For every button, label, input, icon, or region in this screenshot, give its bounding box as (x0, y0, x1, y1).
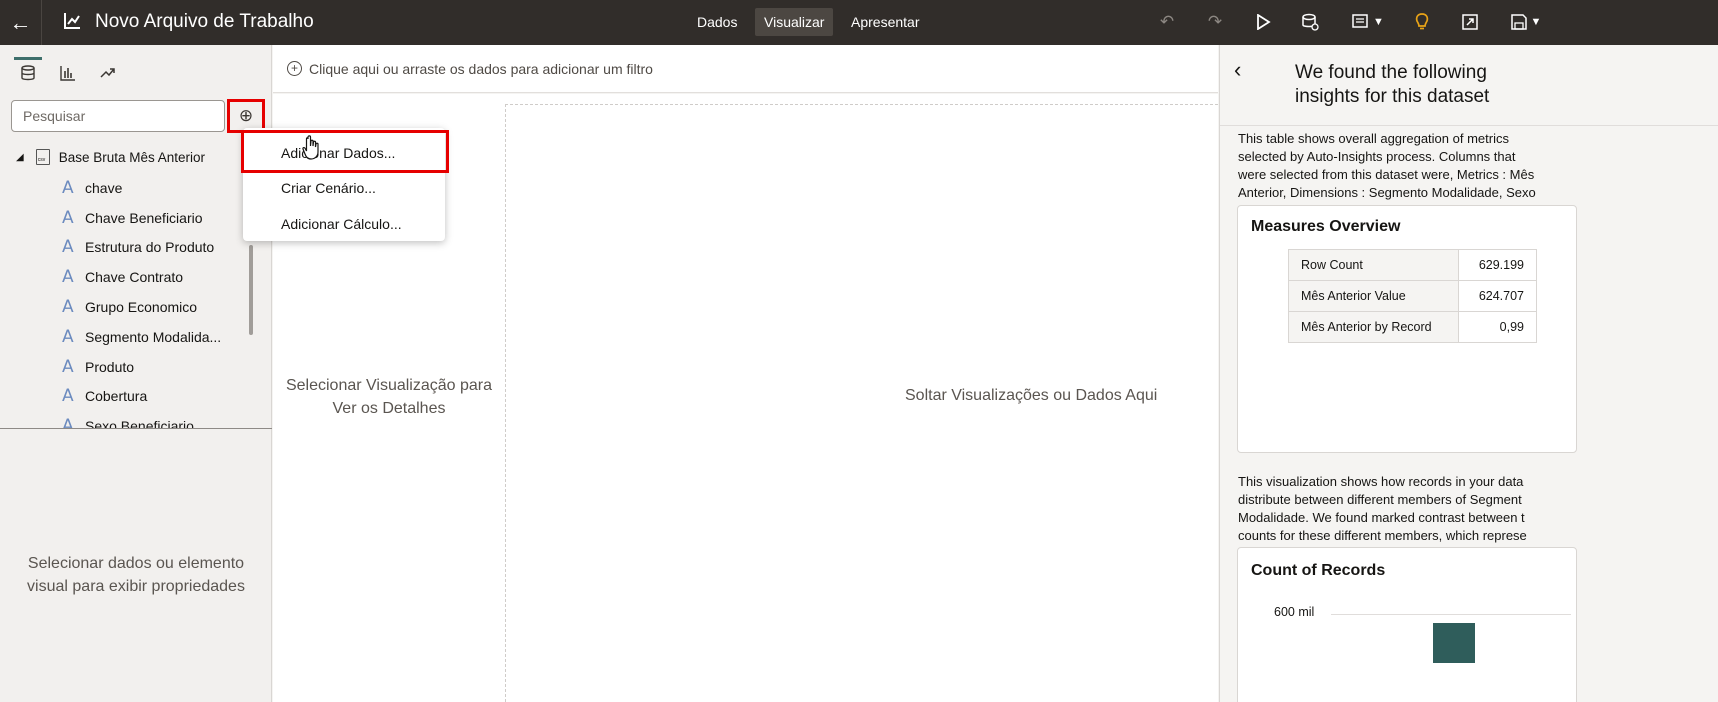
y-axis-tick: 600 mil (1274, 605, 1315, 619)
count-of-records-card[interactable]: Count of Records 600 mil (1237, 547, 1577, 702)
tab-dados[interactable]: Dados (688, 8, 746, 36)
measures-table: Row Count 629.199 Mês Anterior Value 624.7… (1288, 249, 1537, 343)
drop-hint: Soltar Visualizações ou Dados Aqui (905, 387, 1158, 404)
attribute-a-icon: A (62, 267, 74, 288)
insight-description: were selected from this dataset were, Me… (1238, 167, 1535, 182)
column-item[interactable]: A Sexo Beneficiario (62, 411, 252, 429)
table-row: Mês Anterior Value 624.707 (1288, 280, 1537, 312)
refresh-data-icon[interactable] (1298, 10, 1322, 34)
data-tab-database-icon[interactable] (12, 57, 44, 89)
attribute-a-icon: A (62, 386, 74, 407)
attribute-a-icon: A (62, 207, 74, 228)
menu-item-add-calculation[interactable]: Adicionar Cálculo... (281, 216, 402, 232)
play-icon[interactable] (1251, 10, 1275, 34)
gridline (1331, 614, 1571, 615)
table-row: Row Count 629.199 (1288, 249, 1537, 281)
data-panel: Pesquisar ⊕ ◢ Base Bruta Mês Anterior Ac… (0, 45, 272, 702)
workbook-icon (64, 13, 80, 29)
chart-bar[interactable] (1433, 623, 1475, 663)
attribute-a-icon: A (62, 356, 74, 377)
insights-title: We found the following insights for this… (1295, 62, 1490, 107)
insight-description: Modalidade. We found marked contrast bet… (1238, 510, 1525, 525)
analytics-tab-trend-icon[interactable] (92, 57, 124, 89)
tab-visualizar[interactable]: Visualizar (755, 8, 834, 36)
table-row: Mês Anterior by Record 0,99 (1288, 311, 1537, 343)
collapse-caret-icon[interactable]: ◢ (16, 152, 24, 163)
attribute-a-icon: A (62, 326, 74, 347)
narrative-icon[interactable]: ▼ (1348, 10, 1388, 34)
insight-description: This visualization shows how records in … (1238, 474, 1524, 489)
divider (1220, 125, 1718, 126)
column-item[interactable]: A Cobertura (62, 382, 252, 412)
column-item[interactable]: A Estrutura do Produto (62, 233, 252, 263)
panel-tabs (10, 57, 130, 91)
csv-file-icon (35, 149, 50, 165)
measures-overview-card[interactable]: Measures Overview Row Count 629.199 Mês A… (1237, 205, 1577, 453)
filter-hint: Clique aqui ou arraste os dados para adi… (309, 60, 653, 77)
visualizations-tab-bar-chart-icon[interactable] (52, 57, 84, 89)
filter-bar[interactable]: + Clique aqui ou arraste os dados para a… (273, 45, 1218, 93)
tab-apresentar[interactable]: Apresentar (842, 8, 928, 36)
insight-description: distribute between different members of … (1238, 492, 1522, 507)
column-item[interactable]: A Chave Contrato (62, 262, 252, 292)
card-title: Measures Overview (1251, 218, 1401, 235)
add-data-highlight (241, 130, 449, 173)
insights-panel: ‹ We found the following insights for th… (1219, 45, 1718, 702)
search-input[interactable]: Pesquisar (11, 100, 225, 132)
export-icon[interactable] (1458, 10, 1482, 34)
column-item[interactable]: A Produto (62, 352, 252, 382)
add-filter-icon[interactable]: + (287, 61, 302, 76)
column-list: Achave A Chave Beneficiario A Estrutura do… (62, 173, 252, 429)
top-bar: ← Novo Arquivo de Trabalho Dados Visuali… (0, 0, 1718, 45)
properties-hint: Selecionar dados ou elemento visual para… (27, 555, 245, 595)
column-item[interactable]: Achave (62, 173, 252, 203)
workbook-title[interactable]: Novo Arquivo de Trabalho (95, 11, 314, 33)
column-list-scrollbar[interactable] (249, 245, 253, 335)
undo-icon[interactable]: ↶ (1155, 10, 1179, 34)
insights-lightbulb-icon[interactable] (1410, 10, 1434, 34)
insight-description: Anterior, Dimensions : Segmento Modalida… (1238, 185, 1536, 200)
redo-icon[interactable]: ↷ (1203, 10, 1227, 34)
insight-description: selected by Auto-Insights process. Colum… (1238, 149, 1516, 164)
dataset-node[interactable]: ◢ Base Bruta Mês Anterior (16, 149, 205, 165)
back-arrow-icon[interactable]: ← (0, 0, 42, 45)
column-item[interactable]: A Grupo Economico (62, 292, 252, 322)
hand-cursor-icon (302, 135, 319, 160)
attribute-a-icon: A (62, 177, 74, 198)
column-item[interactable]: A Chave Beneficiario (62, 203, 252, 233)
panel-divider[interactable] (0, 428, 272, 429)
card-title: Count of Records (1251, 562, 1386, 579)
dataset-name: Base Bruta Mês Anterior (58, 149, 206, 165)
save-icon[interactable]: ▼ (1506, 10, 1546, 34)
insight-description: counts for these different members, whic… (1238, 528, 1527, 543)
attribute-a-icon: A (62, 237, 74, 258)
insight-description: This table shows overall aggregation of … (1238, 131, 1509, 146)
attribute-a-icon: A (62, 297, 74, 318)
select-visualization-hint: Selecionar Visualização para Ver os Deta… (285, 377, 493, 417)
column-item[interactable]: A Segmento Modalida... (62, 322, 252, 352)
back-chevron-icon[interactable]: ‹ (1234, 57, 1241, 83)
menu-item-create-scenario[interactable]: Criar Cenário... (281, 180, 376, 196)
